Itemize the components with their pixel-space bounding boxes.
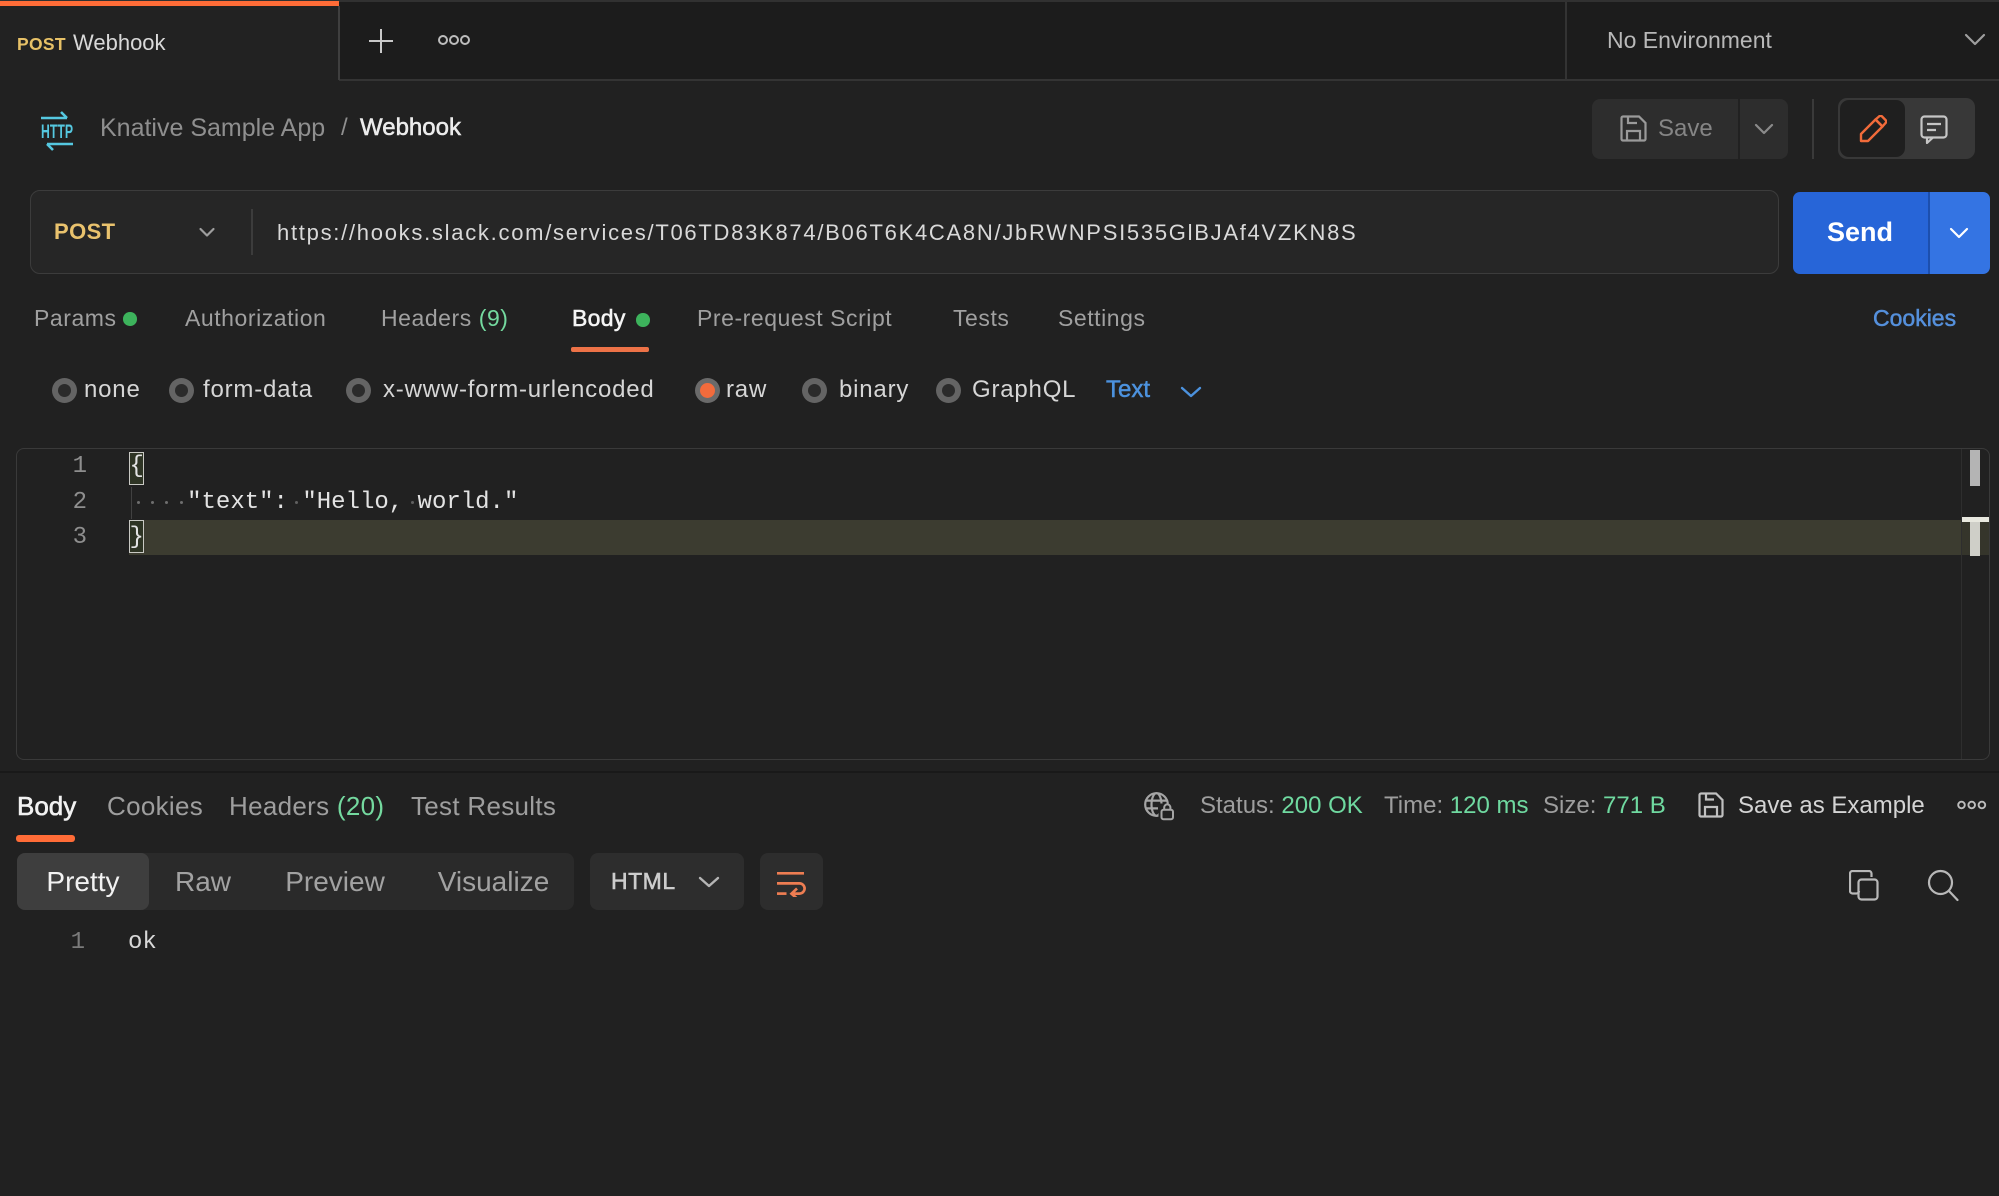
svg-text:HTTP: HTTP — [41, 122, 73, 143]
